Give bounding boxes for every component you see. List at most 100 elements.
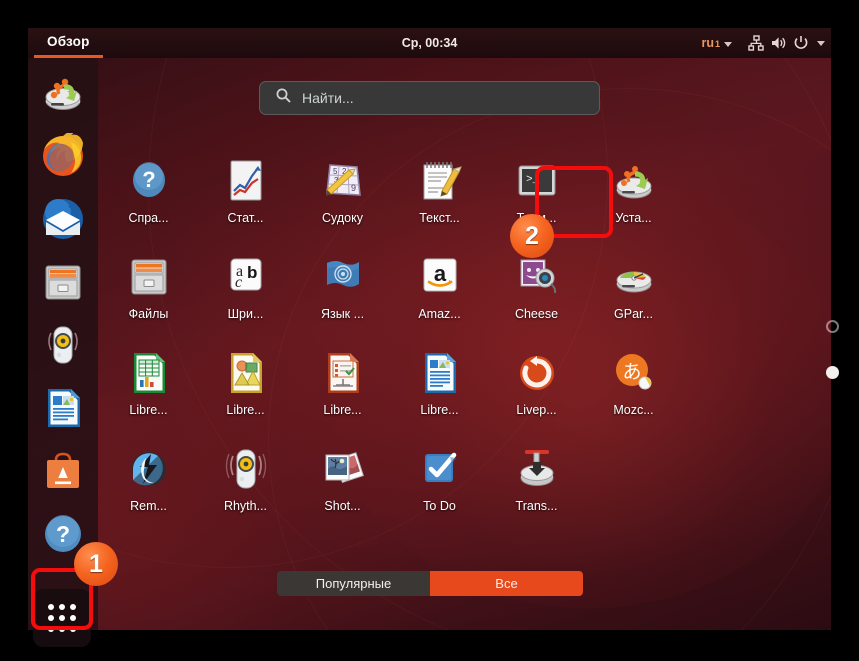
tab-label: Все (495, 576, 518, 591)
grid-dots-icon (47, 603, 54, 610)
dock-item-thunderbird[interactable] (36, 192, 90, 246)
app-icon-transmission[interactable]: Trans... (488, 443, 585, 539)
app-label: Libre... (420, 403, 459, 417)
power-icon[interactable] (793, 35, 809, 51)
rhythmbox-icon (40, 322, 86, 368)
app-label: Судоку (322, 211, 363, 225)
status-area[interactable]: ru 1 (701, 28, 825, 58)
annotation-badge-2: 2 (510, 214, 554, 258)
app-label: Спра... (128, 211, 169, 225)
search-input[interactable]: Найти... (259, 81, 600, 115)
dock-item-ubuntu-software[interactable] (36, 444, 90, 498)
svg-text:?: ? (142, 167, 155, 192)
app-label: Стат... (227, 211, 264, 225)
app-label: Amaz... (418, 307, 461, 321)
dock-item-libreoffice-writer[interactable] (36, 381, 90, 435)
app-icon-fonts[interactable]: a b c Шри... (197, 251, 294, 347)
app-icon-libreoffice-impress[interactable]: Libre... (294, 347, 391, 443)
svg-text:>_: >_ (526, 174, 540, 186)
app-grid-empty-cell (585, 443, 682, 539)
app-label: Язык ... (320, 307, 365, 321)
app-icon-libreoffice-writer[interactable]: Libre... (391, 347, 488, 443)
svg-text:?: ? (56, 521, 70, 547)
activities-label: Обзор (47, 34, 90, 49)
chevron-down-icon (724, 42, 732, 47)
app-icon-gparted[interactable]: GPar... (585, 251, 682, 347)
dock-item-ubuntu-installer[interactable] (36, 66, 90, 120)
todo-check-icon (416, 445, 464, 493)
libreoffice-calc-icon (125, 349, 173, 397)
dock-item-firefox[interactable] (36, 126, 90, 183)
annotation-badge-1: 1 (74, 542, 118, 586)
cheese-webcam-icon (513, 253, 561, 301)
app-icon-todo[interactable]: To Do (391, 443, 488, 539)
show-applications-button[interactable] (33, 589, 91, 647)
app-icon-libreoffice-draw[interactable]: Libre... (197, 347, 294, 443)
amazon-icon: a (416, 253, 464, 301)
help-question-icon: ? (125, 157, 173, 205)
text-editor-icon (416, 157, 464, 205)
thunderbird-icon (40, 196, 86, 242)
page-indicator[interactable] (826, 320, 839, 379)
app-icon-text-editor[interactable]: Текст... (391, 155, 488, 251)
search-placeholder: Найти... (302, 90, 354, 106)
fonts-abc-icon: a b c (222, 253, 270, 301)
volume-icon[interactable] (770, 35, 787, 51)
activities-button[interactable]: Обзор (34, 28, 103, 58)
software-bag-icon (40, 448, 86, 494)
app-icon-libreoffice-calc[interactable]: Libre... (100, 347, 197, 443)
app-label: Shot... (324, 499, 361, 513)
svg-text:b: b (247, 263, 257, 282)
app-grid: ? Спра... Стат... 5 2 3 9 Судоку Текст..… (100, 155, 800, 555)
svg-text:あ: あ (622, 361, 641, 383)
dock-item-files[interactable] (36, 255, 90, 309)
app-grid-row: Libre... Libre... Libre... Libre... Live… (100, 347, 800, 443)
app-icon-sudoku[interactable]: 5 2 3 9 Судоку (294, 155, 391, 251)
app-label: To Do (423, 499, 456, 513)
file-cabinet-icon (40, 259, 86, 305)
libreoffice-writer-icon (416, 349, 464, 397)
app-icon-language[interactable]: Язык ... (294, 251, 391, 347)
page-dot-inactive[interactable] (826, 320, 839, 333)
app-label: Trans... (515, 499, 558, 513)
app-icon-help[interactable]: ? Спра... (100, 155, 197, 251)
libreoffice-impress-icon (319, 349, 367, 397)
app-icon-remmina[interactable]: Rem... (100, 443, 197, 539)
app-icon-statistics[interactable]: Стат... (197, 155, 294, 251)
app-label: Livep... (516, 403, 557, 417)
status-menu-chevron-down-icon[interactable] (817, 40, 825, 46)
network-icon[interactable] (748, 35, 764, 51)
statistics-chart-icon (222, 157, 270, 205)
app-icon-amazon[interactable]: a Amaz... (391, 251, 488, 347)
tab-label: Популярные (315, 576, 392, 591)
disk-install-icon (610, 157, 658, 205)
tab-frequent[interactable]: Популярные (277, 571, 430, 596)
app-icon-mozc[interactable]: あ Mozc... (585, 347, 682, 443)
app-icon-install-ubuntu[interactable]: Уста... (585, 155, 682, 251)
view-selector: Популярные Все (277, 571, 583, 596)
search-icon (276, 88, 291, 108)
app-label: Mozc... (613, 403, 654, 417)
screen-root: Ср, 00:34 Обзор ru 1 ? Найти... ? Спра..… (0, 0, 859, 661)
sudoku-icon: 5 2 3 9 (319, 157, 367, 205)
app-icon-files[interactable]: Файлы (100, 251, 197, 347)
app-label: Libre... (129, 403, 168, 417)
tab-all[interactable]: Все (430, 571, 583, 596)
svg-text:a: a (433, 261, 446, 286)
app-label: GPar... (614, 307, 653, 321)
app-label: Уста... (615, 211, 652, 225)
app-icon-shotwell[interactable]: Shot... (294, 443, 391, 539)
app-label: Файлы (128, 307, 169, 321)
dock-item-rhythmbox[interactable] (36, 318, 90, 372)
page-dot-active[interactable] (826, 366, 839, 379)
keyboard-layout-index: 1 (714, 39, 720, 49)
gparted-disk-icon (610, 253, 658, 301)
app-grid-row: ? Спра... Стат... 5 2 3 9 Судоку Текст..… (100, 155, 800, 251)
app-icon-livepatch[interactable]: Livep... (488, 347, 585, 443)
firefox-icon (40, 126, 86, 179)
app-icon-rhythmbox[interactable]: Rhyth... (197, 443, 294, 539)
writer-icon (40, 385, 86, 431)
keyboard-layout-indicator[interactable]: ru 1 (701, 36, 732, 50)
top-bar: Ср, 00:34 Обзор ru 1 (28, 28, 831, 58)
app-icon-cheese[interactable]: Cheese (488, 251, 585, 347)
